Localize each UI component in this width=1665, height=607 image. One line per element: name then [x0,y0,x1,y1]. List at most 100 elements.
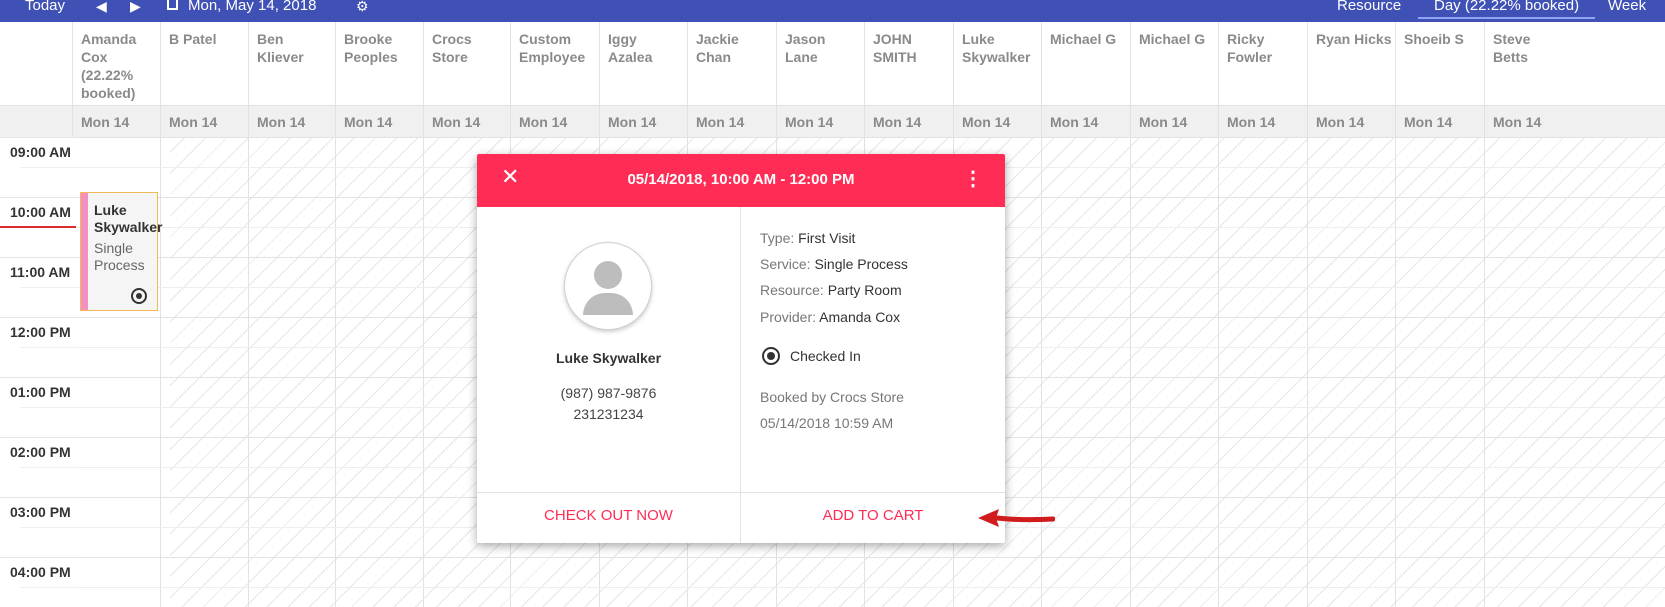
time-label: 01:00 PM [10,384,71,400]
date-header-cell: Mon 14 [599,106,692,138]
column-divider [423,137,424,607]
client-name[interactable]: Luke Skywalker [477,350,740,366]
column-divider [1307,137,1308,607]
add-to-cart-button[interactable]: ADD TO CART [741,493,1005,543]
time-label: 02:00 PM [10,444,71,460]
date-header-cell: Mon 14 [1218,106,1311,138]
resource-header[interactable]: Michael G [1041,22,1134,105]
status-label: Checked In [790,348,861,364]
column-divider [1484,137,1485,607]
date-header-cell: Mon 14 [1130,106,1223,138]
appointment-event[interactable]: Luke Skywalker Single Process [80,192,163,311]
detail-service: Service: Single Process [760,256,908,272]
event-client-name: Luke Skywalker [94,202,163,235]
hour-line [0,137,80,138]
date-header-cell: Mon 14 [687,106,780,138]
event-service: Single Process [94,240,145,273]
today-button[interactable]: Today [25,0,65,13]
date-header-cell: Mon 14 [1484,106,1577,138]
client-phone: (987) 987-9876 [560,385,657,401]
hour-line [0,257,80,258]
half-hour-line [20,527,80,528]
check-out-now-button[interactable]: CHECK OUT NOW [477,493,741,543]
date-header-cell: Mon 14 [72,106,165,138]
date-header-cell: Mon 14 [864,106,957,138]
checked-in-radio-icon[interactable] [762,347,780,365]
date-header-cell: Mon 14 [248,106,341,138]
current-time-indicator [0,226,76,228]
half-hour-line [20,167,80,168]
date-picker-label[interactable]: Mon, May 14, 2018 [188,0,316,13]
resource-header[interactable]: Ben Kliever [248,22,341,105]
resource-header[interactable]: Crocs Store [423,22,516,105]
resource-header[interactable]: Custom Employee [510,22,603,105]
chevron-right-icon[interactable]: ▶ [130,0,141,13]
column-divider [1218,137,1219,607]
gear-icon[interactable]: ⚙ [356,0,369,13]
booked-at: 05/14/2018 10:59 AM [760,415,894,431]
date-header-cell: Mon 14 [776,106,869,138]
detail-provider: Provider: Amanda Cox [760,309,901,325]
date-header-cell: Mon 14 [335,106,428,138]
date-header-cell: Mon 14 [953,106,1046,138]
column-divider [335,137,336,607]
column-divider [1041,137,1042,607]
appointment-popup: ✕ 05/14/2018, 10:00 AM - 12:00 PM ⋮ Luke… [477,154,1005,543]
resource-header[interactable]: Ryan Hicks [1307,22,1400,105]
half-hour-line [20,347,80,348]
resource-header[interactable]: Ricky Fowler [1218,22,1311,105]
red-arrow-icon [978,509,1055,527]
client-panel: Luke Skywalker (987) 987-9876 231231234 [477,207,741,493]
calendar-toolbar: Today ◀ ▶ Mon, May 14, 2018 ⚙ Resource D… [0,0,1665,22]
resource-header[interactable]: Michael G [1130,22,1223,105]
checked-in-icon [131,288,147,304]
resource-header[interactable]: Jackie Chan [687,22,780,105]
event-color-bar [81,193,88,310]
view-week-button[interactable]: Week [1608,0,1646,13]
resource-header[interactable]: Shoeib S [1395,22,1488,105]
view-resource-button[interactable]: Resource [1337,0,1401,13]
date-header-cell: Mon 14 [160,106,253,138]
hour-row-line [80,137,1665,138]
hour-line [0,377,80,378]
chevron-left-icon[interactable]: ◀ [96,0,107,13]
resource-header[interactable]: Amanda Cox (22.22% booked) [72,22,165,105]
half-hour-line [20,287,80,288]
resource-header[interactable]: Brooke Peoples [335,22,428,105]
date-header-row: Mon 14 Mon 14 Mon 14 Mon 14 Mon 14 Mon 14 Mon … [0,105,1665,139]
view-day-button[interactable]: Day (22.22% booked) [1418,0,1596,19]
time-column: 09:00 AM 10:00 AM 11:00 AM 12:00 PM 01:00 PM… [0,137,81,607]
more-vert-icon[interactable]: ⋮ [963,169,983,189]
time-label: 04:00 PM [10,564,71,580]
date-header-cell: Mon 14 [1307,106,1400,138]
date-header-cell: Mon 14 [1395,106,1488,138]
client-id: 231231234 [573,406,644,422]
hour-line [0,317,80,318]
hour-line [0,497,80,498]
appointment-details: Type: First Visit Service: Single Proces… [741,207,1005,493]
resource-header[interactable]: Steve Betts [1484,22,1577,105]
hour-line [0,437,80,438]
hour-line [0,197,80,198]
resource-header[interactable]: Iggy Azalea [599,22,692,105]
person-avatar-icon [564,242,652,330]
detail-resource: Resource: Party Room [760,282,902,298]
resource-header[interactable]: Jason Lane [776,22,869,105]
resource-header[interactable]: B Patel [160,22,253,105]
half-hour-line [20,467,80,468]
half-hour-line [20,407,80,408]
date-header-cell: Mon 14 [423,106,516,138]
time-label: 03:00 PM [10,504,71,520]
detail-type: Type: First Visit [760,230,856,246]
popup-title: 05/14/2018, 10:00 AM - 12:00 PM [627,171,855,188]
column-divider [248,137,249,607]
time-label: 10:00 AM [10,204,71,220]
date-header-cell: Mon 14 [510,106,603,138]
date-header-cell: Mon 14 [1041,106,1134,138]
resource-header[interactable]: JOHN SMITH [864,22,957,105]
calendar-icon[interactable] [167,0,178,10]
time-label: 12:00 PM [10,324,71,340]
hour-row-line [80,557,1665,558]
resource-header[interactable]: Luke Skywalker [953,22,1046,105]
half-hour-line [20,587,80,588]
